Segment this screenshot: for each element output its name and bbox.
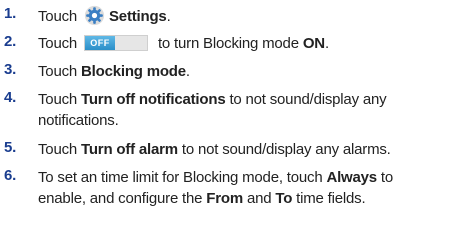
toggle-off-label: OFF	[85, 36, 115, 50]
gear-icon	[84, 5, 105, 26]
step-text: To set an time limit for Blocking mode, …	[38, 169, 394, 207]
step-number: 6.	[4, 167, 17, 184]
step-number: 4.	[4, 89, 17, 106]
step-number: 3.	[4, 61, 17, 78]
step-number: 5.	[4, 139, 17, 156]
toggle-switch-icon: OFF	[84, 35, 148, 51]
instruction-steps: 1. Touch Settings. 2. Touch OFF to turn …	[0, 0, 473, 246]
step-text: Touch Blocking mode.	[38, 63, 190, 80]
step-text: Touch Turn off alarm to not sound/displa…	[38, 141, 391, 158]
step-number: 2.	[4, 33, 17, 50]
step-text: Touch OFF to turn Blocking mode ON.	[38, 35, 329, 52]
step-text: Touch Turn off notifications to not soun…	[38, 91, 387, 129]
step-text: Touch Settings.	[38, 5, 470, 27]
step-number: 1.	[4, 5, 17, 22]
